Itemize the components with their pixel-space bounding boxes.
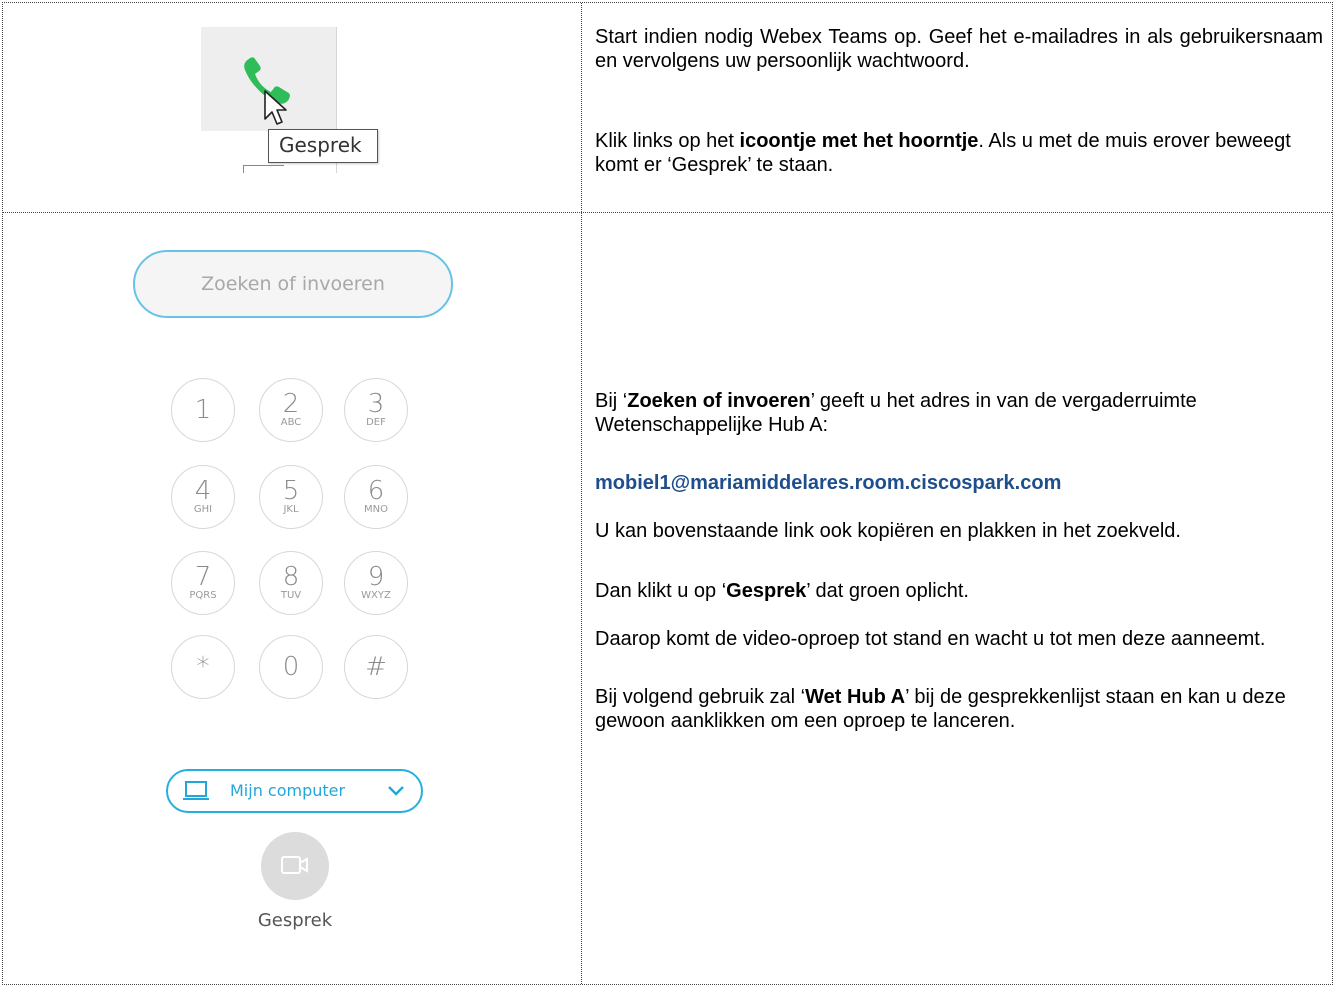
dial-key[interactable]: 5 JKL	[259, 465, 323, 529]
mouse-cursor-icon	[264, 90, 287, 125]
video-camera-icon	[281, 856, 308, 874]
dial-key-digit: 8	[282, 562, 300, 592]
dial-key-digit: 5	[282, 476, 300, 506]
step2-p1-bold: Zoeken of invoeren	[627, 390, 811, 412]
step1-paragraph-2: Klik links op het icoontje met het hoorn…	[595, 129, 1323, 177]
column-divider	[581, 3, 582, 984]
step2-paragraph-4: Dan klikt u op ‘Gesprek’ dat groen oplic…	[595, 579, 1325, 603]
chevron-down-icon[interactable]	[386, 783, 406, 799]
call-button-label: Gesprek	[257, 910, 333, 931]
dial-key-letters: MNO	[364, 504, 388, 515]
dial-key[interactable]: 1	[171, 378, 235, 442]
device-selector[interactable]: Mijn computer	[166, 769, 423, 813]
dial-key[interactable]: 2 ABC	[259, 378, 323, 442]
call-button[interactable]	[261, 832, 329, 900]
dial-key-letters: PQRS	[189, 590, 217, 601]
search-input[interactable]: Zoeken of invoeren	[133, 250, 453, 318]
gesprek-tooltip: Gesprek	[268, 129, 378, 163]
dial-key-digit: #	[365, 652, 387, 682]
room-address[interactable]: mobiel1@mariamiddelares.room.ciscospark.…	[595, 471, 1325, 495]
step1-paragraph-1: Start indien nodig Webex Teams op. Geef …	[595, 26, 1323, 72]
dial-key-digit: 0	[282, 652, 300, 682]
dial-key-letters: ABC	[280, 417, 302, 428]
dial-key[interactable]: 7 PQRS	[171, 551, 235, 615]
screenshot-fragment	[243, 165, 284, 173]
dial-key-digit: *	[196, 652, 210, 682]
dial-key-letters: TUV	[280, 590, 302, 601]
dial-key[interactable]: 3 DEF	[344, 378, 408, 442]
step2-p4-text-end: ’ dat groen oplicht.	[806, 580, 969, 602]
dial-key[interactable]: 4 GHI	[171, 465, 235, 529]
dial-key[interactable]: 9 WXYZ	[344, 551, 408, 615]
dial-key-letters: DEF	[366, 417, 386, 428]
instruction-table: Gesprek Start indien nodig Webex Teams o…	[2, 2, 1333, 985]
step1-p2-bold: icoontje met het hoorntje	[739, 130, 979, 152]
call-icon-screenshot: Gesprek	[201, 27, 387, 173]
dial-key[interactable]: *	[171, 635, 235, 699]
step2-paragraph-3: U kan bovenstaande link ook kopiëren en …	[595, 520, 1181, 542]
dial-key[interactable]: #	[344, 635, 408, 699]
step2-paragraph-6: Bij volgend gebruik zal ‘Wet Hub A’ bij …	[595, 685, 1325, 733]
dial-key-letters: JKL	[283, 504, 299, 515]
dial-key[interactable]: 6 MNO	[344, 465, 408, 529]
dial-key[interactable]: 8 TUV	[259, 551, 323, 615]
dial-key-digit: 2	[282, 389, 300, 419]
step2-paragraph-1: Bij ‘Zoeken of invoeren’ geeft u het adr…	[595, 389, 1325, 437]
dial-key-letters: GHI	[193, 504, 213, 515]
dial-key-letters: WXYZ	[361, 590, 391, 601]
step2-p6-bold: Wet Hub A	[805, 686, 906, 708]
laptop-icon	[183, 781, 209, 800]
row-divider	[3, 212, 1332, 213]
dial-key-digit: 4	[194, 476, 212, 506]
step2-p4-text: Dan klikt u op ‘	[595, 580, 727, 602]
device-label: Mijn computer	[230, 781, 346, 800]
step2-paragraph-5: Daarop komt de video-oproep tot stand en…	[595, 628, 1266, 650]
dial-key-digit: 6	[367, 476, 385, 506]
dial-key-digit: 3	[367, 389, 385, 419]
step2-p4-bold: Gesprek	[726, 580, 807, 602]
step1-p2-text: Klik links op het	[595, 130, 740, 152]
dial-key-digit: 9	[367, 562, 385, 592]
step2-p6-text: Bij volgend gebruik zal ‘	[595, 686, 806, 708]
dial-key[interactable]: 0	[259, 635, 323, 699]
dial-key-digit: 1	[194, 395, 212, 425]
dial-key-digit: 7	[194, 562, 212, 592]
step2-p1-text: Bij ‘	[595, 390, 628, 412]
